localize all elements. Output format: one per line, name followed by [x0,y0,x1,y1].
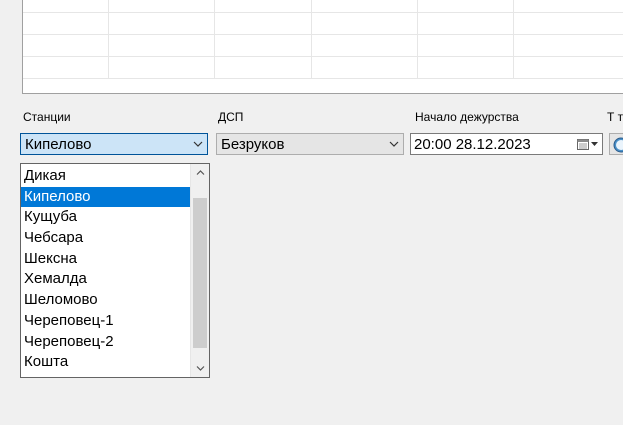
duty-start-value: 20:00 28.12.2023 [414,135,531,153]
scroll-up-arrow-icon[interactable] [191,164,209,181]
dsp-combobox-value: Безруков [221,135,285,153]
scroll-down-arrow-icon[interactable] [191,360,209,377]
scrollbar-thumb[interactable] [193,198,207,348]
calendar-icon[interactable] [572,134,602,154]
clock-icon [613,137,623,153]
stations-dropdown-list[interactable]: Дикая Кипелово Кущуба Чебсара Шексна Хемалда Ш… [20,163,210,378]
station-option[interactable]: Кошта [21,352,191,373]
chevron-down-icon[interactable] [189,141,207,147]
station-option[interactable]: Череповец-1 [21,311,191,332]
clock-button[interactable] [609,133,623,155]
station-option[interactable]: Шексна [21,249,191,270]
grid-table [23,0,623,79]
stations-combobox[interactable]: Кипелово [20,133,208,155]
station-option[interactable]: Кущуба [21,207,191,228]
stations-label: Станции [23,110,71,124]
station-option[interactable]: Дикая [21,166,191,187]
station-option[interactable]: Кипелово [21,186,191,208]
duty-start-datetime-picker[interactable]: 20:00 28.12.2023 [410,133,603,155]
dsp-label: ДСП [218,110,244,124]
stations-combobox-value: Кипелово [25,135,92,153]
station-option[interactable]: Хемалда [21,269,191,290]
station-option[interactable]: Чебсара [21,228,191,249]
duty-start-label: Начало дежурства [415,110,519,124]
chevron-down-icon[interactable] [385,141,403,147]
station-option[interactable]: Шеломово [21,290,191,311]
next-column-label: Т т [607,110,623,124]
station-option[interactable]: Череповец-2 [21,332,191,353]
station-options: Дикая Кипелово Кущуба Чебсара Шексна Хемалда Ш… [21,166,191,373]
dsp-combobox[interactable]: Безруков [216,133,404,155]
data-grid[interactable] [22,0,623,94]
vertical-scrollbar[interactable] [190,164,209,377]
